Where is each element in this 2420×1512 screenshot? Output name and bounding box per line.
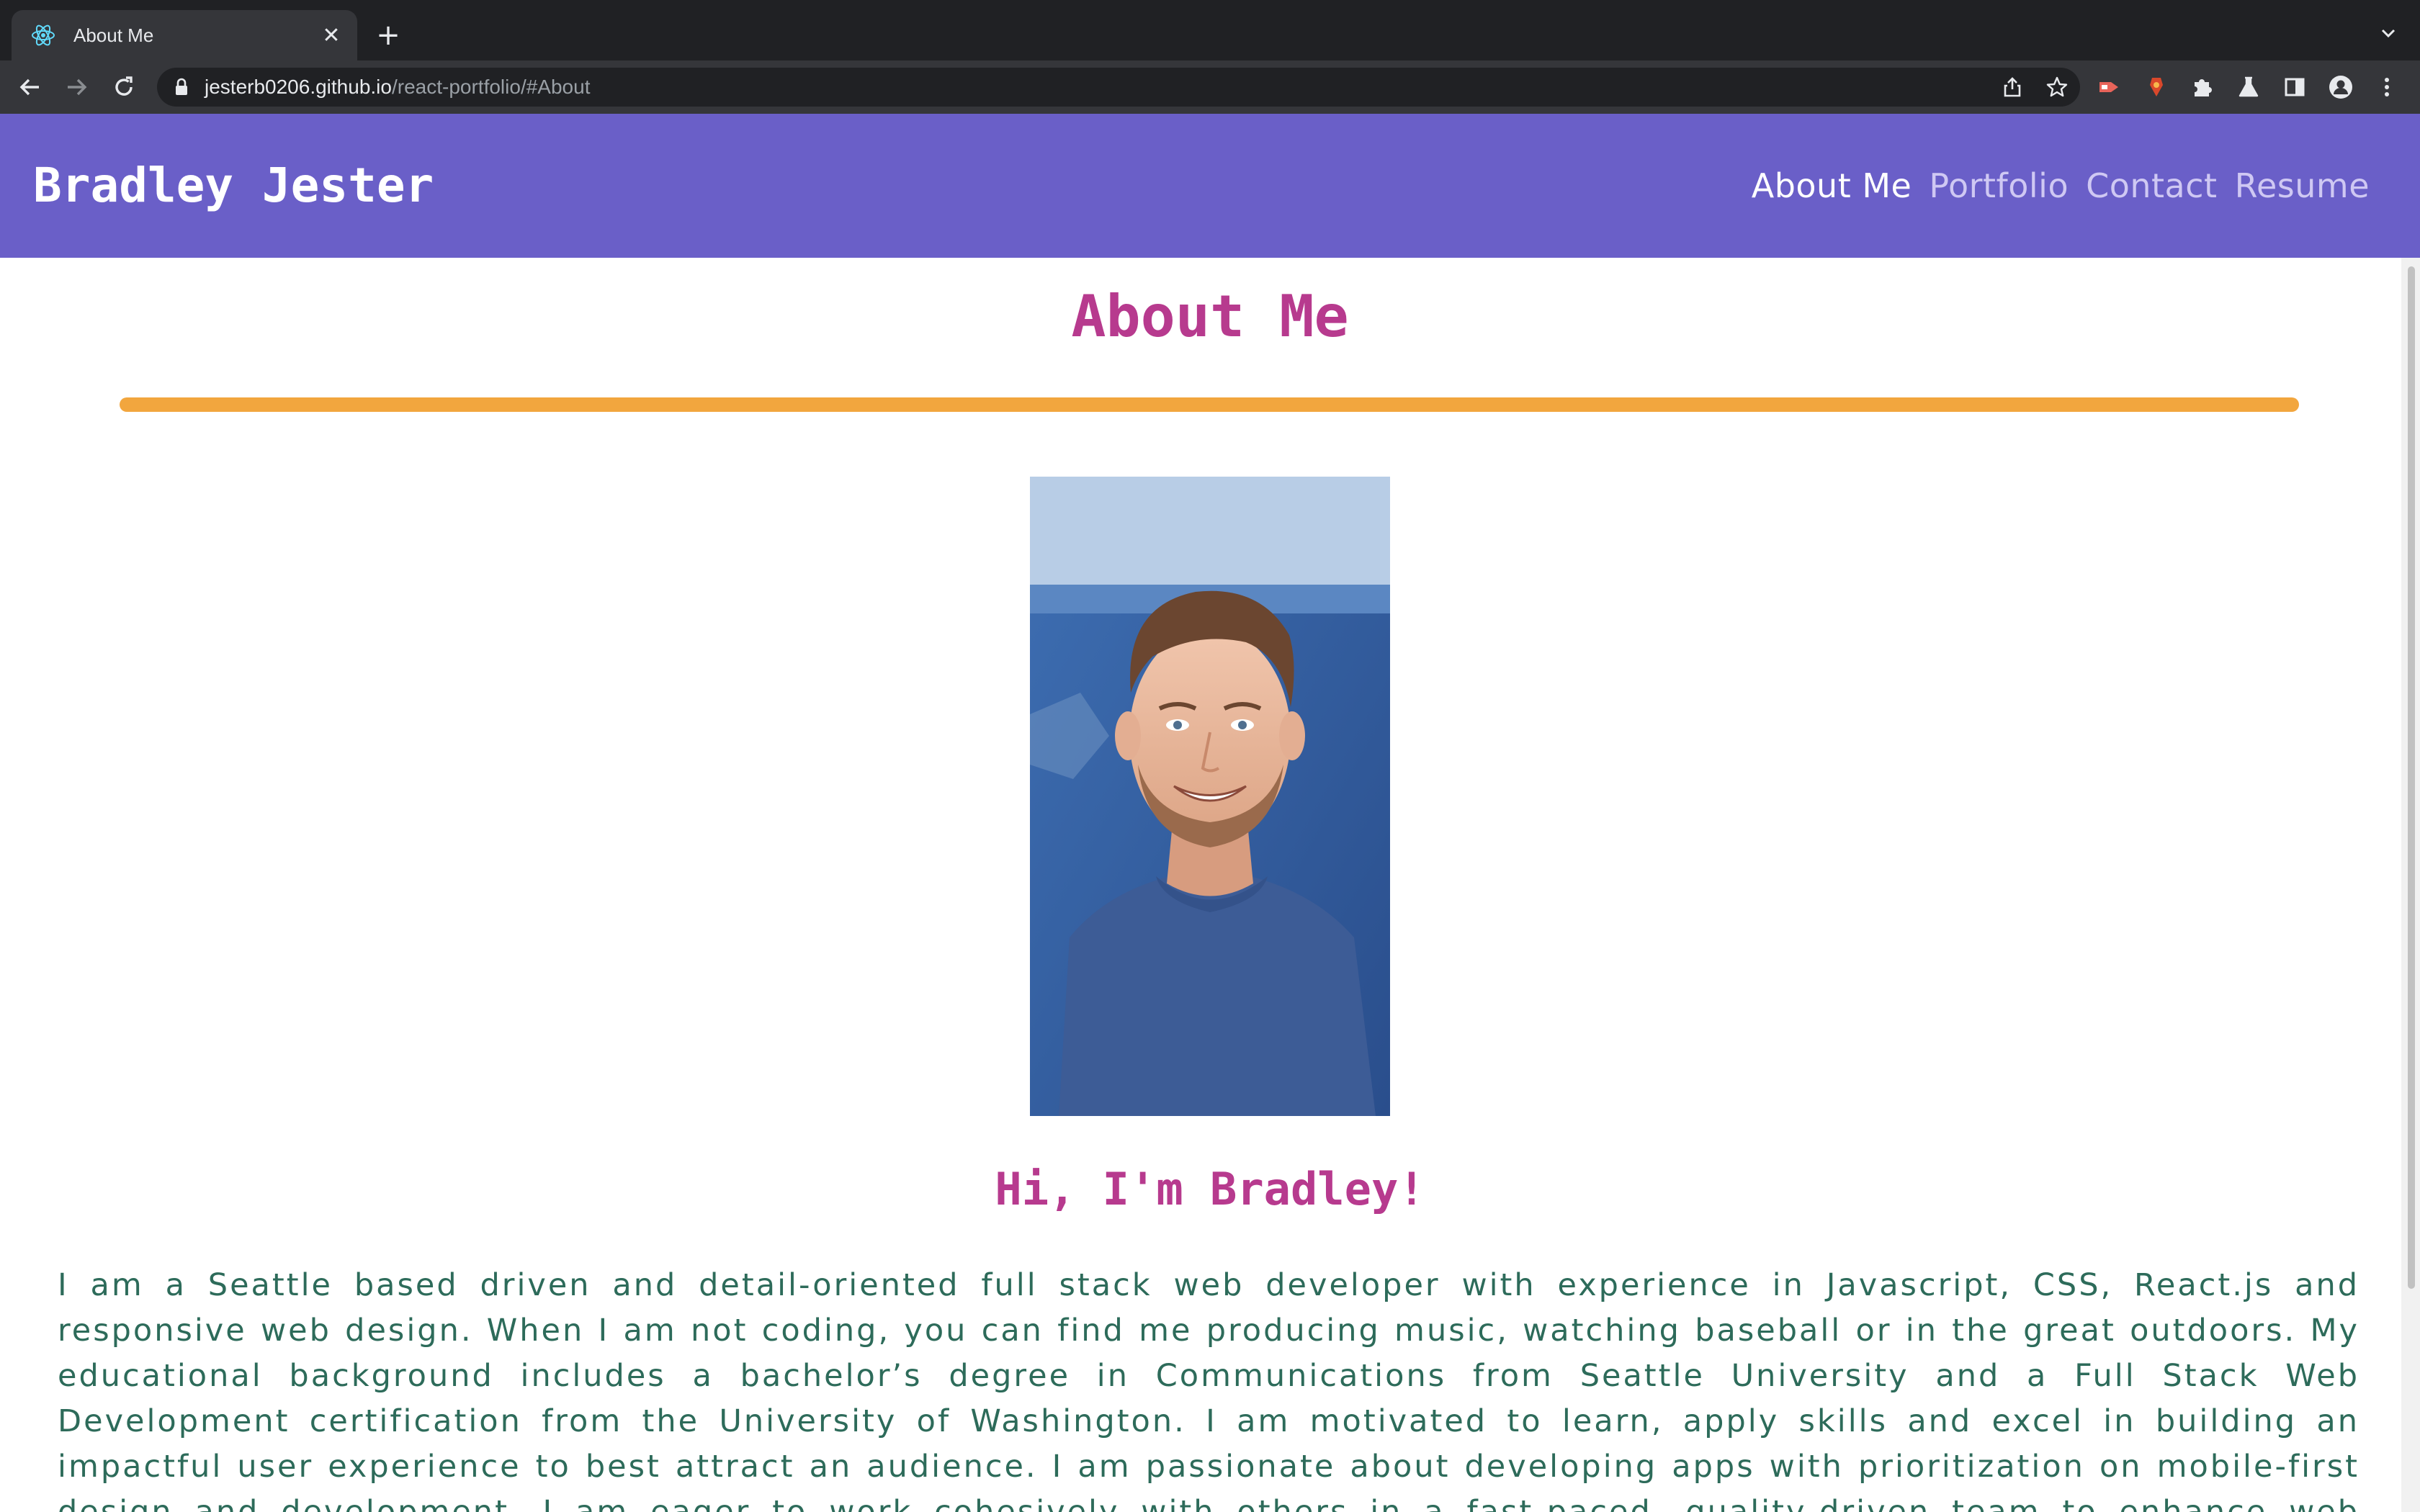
- browser-toolbar: jesterb0206.github.io/react-portfolio/#A…: [0, 60, 2420, 114]
- side-panel-icon[interactable]: [2282, 74, 2308, 100]
- page-scrollbar[interactable]: [2401, 258, 2420, 1512]
- about-title: About Me: [1071, 283, 1349, 350]
- share-icon[interactable]: [2001, 76, 2024, 99]
- greeting-heading: Hi, I'm Bradley!: [995, 1163, 1425, 1215]
- labs-flask-icon[interactable]: [2236, 74, 2262, 100]
- nav-resume[interactable]: Resume: [2235, 163, 2370, 209]
- site-nav: About Me Portfolio Contact Resume: [1752, 163, 2370, 209]
- back-arrow-icon[interactable]: [14, 71, 46, 103]
- section-divider: [120, 397, 2299, 412]
- browser-tab-strip: About Me ✕ +: [0, 0, 2420, 60]
- plus-icon[interactable]: +: [372, 19, 405, 52]
- chevron-down-icon[interactable]: [2374, 19, 2403, 48]
- url-text: jesterb0206.github.io/react-portfolio/#A…: [205, 74, 590, 100]
- star-icon[interactable]: [2045, 76, 2069, 99]
- kebab-menu-icon[interactable]: [2374, 74, 2400, 100]
- browser-tab-about-me[interactable]: About Me ✕: [12, 10, 357, 60]
- react-logo-icon: [32, 24, 55, 46]
- page-viewport: Bradley Jester About Me Portfolio Contac…: [0, 114, 2420, 1512]
- nav-contact[interactable]: Contact: [2086, 163, 2217, 209]
- url-path: /react-portfolio/#About: [391, 76, 591, 98]
- portrait-photo: [1030, 477, 1390, 1116]
- site-header: Bradley Jester About Me Portfolio Contac…: [0, 114, 2420, 258]
- site-brand[interactable]: Bradley Jester: [33, 157, 434, 215]
- address-bar[interactable]: jesterb0206.github.io/react-portfolio/#A…: [157, 68, 2080, 107]
- nav-about-me[interactable]: About Me: [1752, 163, 1912, 209]
- forward-arrow-icon[interactable]: [60, 71, 92, 103]
- puzzle-icon[interactable]: [2190, 74, 2215, 100]
- profile-icon[interactable]: [2328, 74, 2354, 100]
- tab-title: About Me: [73, 24, 154, 46]
- nav-portfolio[interactable]: Portfolio: [1929, 163, 2069, 209]
- reload-icon[interactable]: [108, 71, 140, 103]
- bio-paragraph: I am a Seattle based driven and detail-o…: [58, 1267, 2360, 1512]
- red-extension-icon[interactable]: [2143, 74, 2169, 100]
- scrollbar-thumb[interactable]: [2408, 266, 2415, 1289]
- url-host: jesterb0206.github.io: [205, 76, 392, 98]
- video-extension-icon[interactable]: [2096, 74, 2122, 100]
- close-icon[interactable]: ✕: [315, 19, 347, 51]
- lock-icon[interactable]: [171, 77, 192, 97]
